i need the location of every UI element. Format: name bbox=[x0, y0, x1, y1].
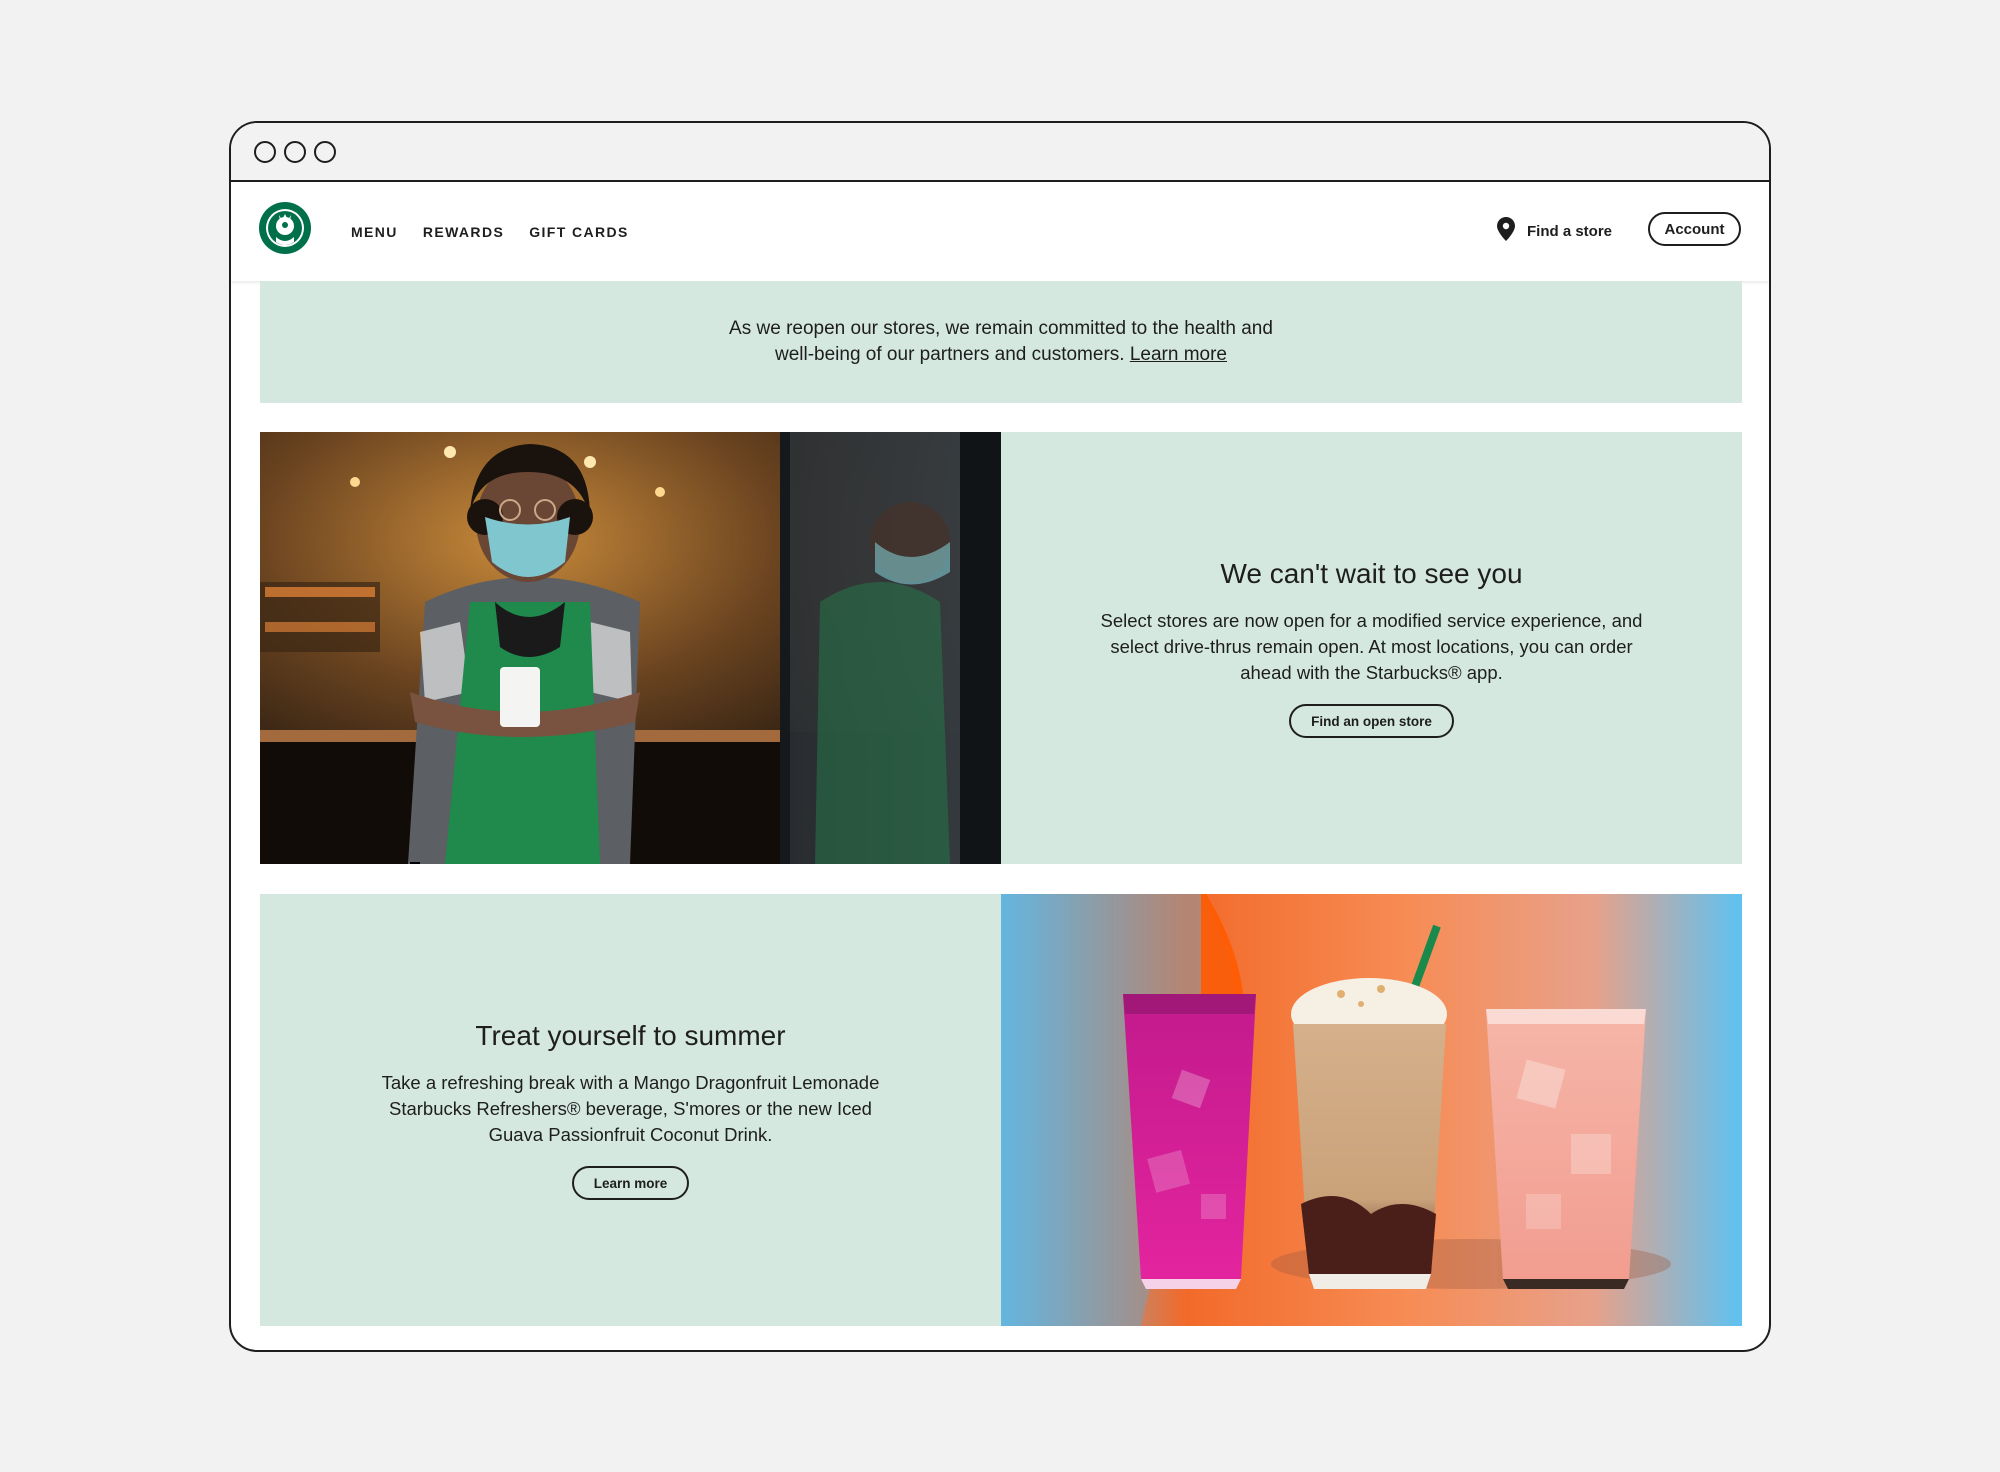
three-summer-drinks-photo bbox=[1001, 894, 1742, 1326]
nav-link-menu[interactable]: MENU bbox=[351, 224, 398, 240]
browser-window: MENU REWARDS GIFT CARDS Find a store Acc… bbox=[229, 121, 1771, 1352]
window-maximize-dot[interactable] bbox=[314, 140, 336, 163]
summer-text-panel: Treat yourself to summer Take a refreshi… bbox=[260, 894, 1001, 1326]
location-pin-icon bbox=[1497, 217, 1515, 246]
account-button[interactable]: Account bbox=[1648, 212, 1741, 246]
nav-link-rewards[interactable]: REWARDS bbox=[423, 224, 504, 240]
health-notice-banner: As we reopen our stores, we remain commi… bbox=[260, 281, 1742, 403]
notice-text: As we reopen our stores, we remain commi… bbox=[721, 316, 1281, 368]
nav-link-gift-cards[interactable]: GIFT CARDS bbox=[529, 224, 629, 240]
site-header: MENU REWARDS GIFT CARDS Find a store Acc… bbox=[231, 182, 1769, 281]
find-open-store-button[interactable]: Find an open store bbox=[1289, 704, 1454, 738]
notice-learn-more-link[interactable]: Learn more bbox=[1130, 344, 1227, 365]
barista-with-mask-photo bbox=[260, 432, 1001, 864]
summer-title: Treat yourself to summer bbox=[475, 1020, 786, 1051]
reopen-text-panel: We can't wait to see you Select stores a… bbox=[1001, 432, 1742, 864]
reopen-panel: We can't wait to see you Select stores a… bbox=[260, 432, 1742, 864]
starbucks-logo-icon[interactable] bbox=[258, 201, 312, 255]
summer-learn-more-button[interactable]: Learn more bbox=[571, 1166, 690, 1200]
summer-body: Take a refreshing break with a Mango Dra… bbox=[381, 1072, 880, 1145]
reopen-body: Select stores are now open for a modifie… bbox=[1100, 610, 1643, 683]
primary-nav: MENU REWARDS GIFT CARDS bbox=[351, 182, 629, 281]
window-minimize-dot[interactable] bbox=[284, 140, 306, 163]
browser-titlebar bbox=[231, 123, 1769, 182]
summer-panel: Treat yourself to summer Take a refreshi… bbox=[260, 894, 1742, 1326]
window-close-dot[interactable] bbox=[254, 140, 276, 163]
find-store-link[interactable]: Find a store bbox=[1497, 182, 1612, 281]
find-store-label: Find a store bbox=[1527, 223, 1613, 240]
reopen-title: We can't wait to see you bbox=[1220, 558, 1523, 589]
